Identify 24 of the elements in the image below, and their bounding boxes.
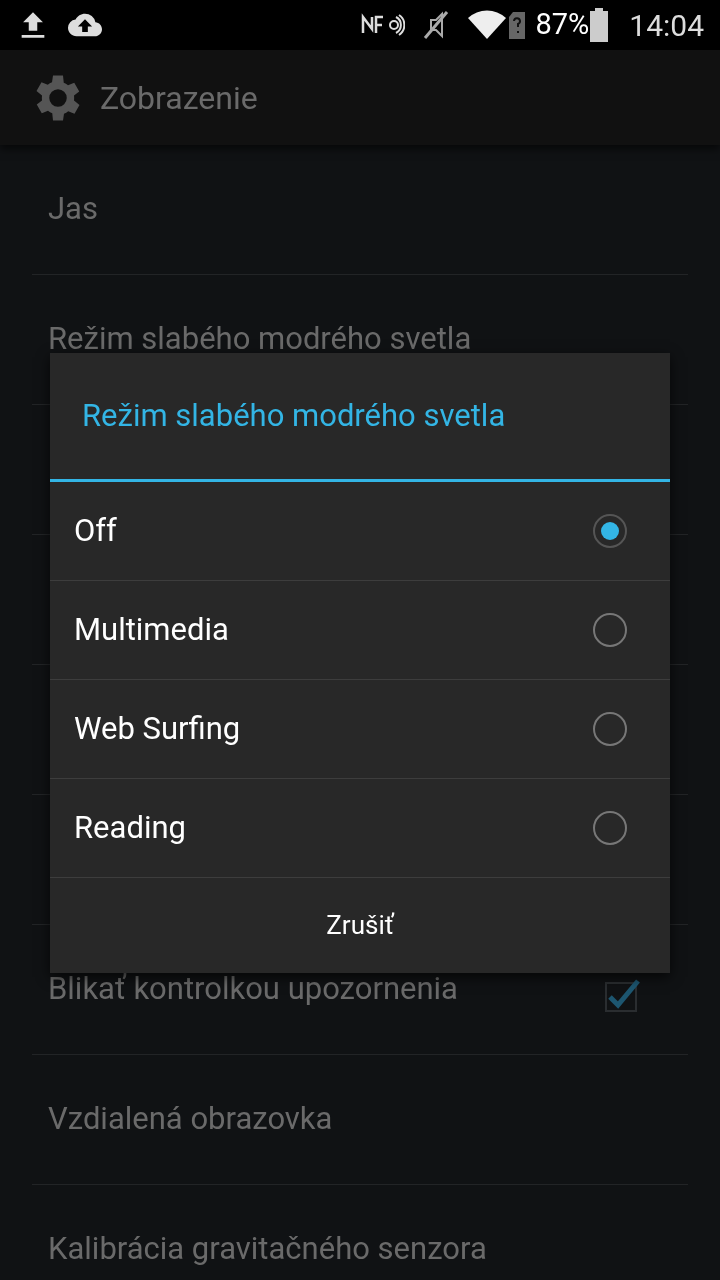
dialog-title: Režim slabého modrého svetla <box>82 395 506 436</box>
clock: 14:04 <box>629 6 704 45</box>
radio-option[interactable]: Reading <box>50 779 670 878</box>
radio-button[interactable] <box>592 513 628 549</box>
battery-icon <box>589 8 610 42</box>
setting-label: Kalibrácia gravitačného senzora <box>48 1229 488 1270</box>
screen-title: Zobrazenie <box>100 77 258 119</box>
option-label: Reading <box>74 807 187 848</box>
radio-button[interactable] <box>592 612 628 648</box>
sim-icon <box>507 9 528 41</box>
radio-option[interactable]: Multimedia <box>50 581 670 680</box>
setting-label: Jas <box>48 189 99 230</box>
battery-percent: 87% <box>535 6 590 44</box>
radio-option[interactable]: Web Surfing <box>50 680 670 779</box>
option-label: Web Surfing <box>74 708 242 749</box>
radio-button[interactable] <box>592 810 628 846</box>
option-label: Off <box>74 510 118 551</box>
radio-button[interactable] <box>592 711 628 747</box>
nfc-icon <box>361 13 406 37</box>
option-label: Multimedia <box>74 609 230 650</box>
setting-label: Vzdialená obrazovka <box>48 1099 334 1140</box>
setting-label: Režim slabého modrého svetla <box>48 319 473 360</box>
wifi-icon <box>467 9 508 41</box>
radio-option[interactable]: Off <box>50 482 670 581</box>
